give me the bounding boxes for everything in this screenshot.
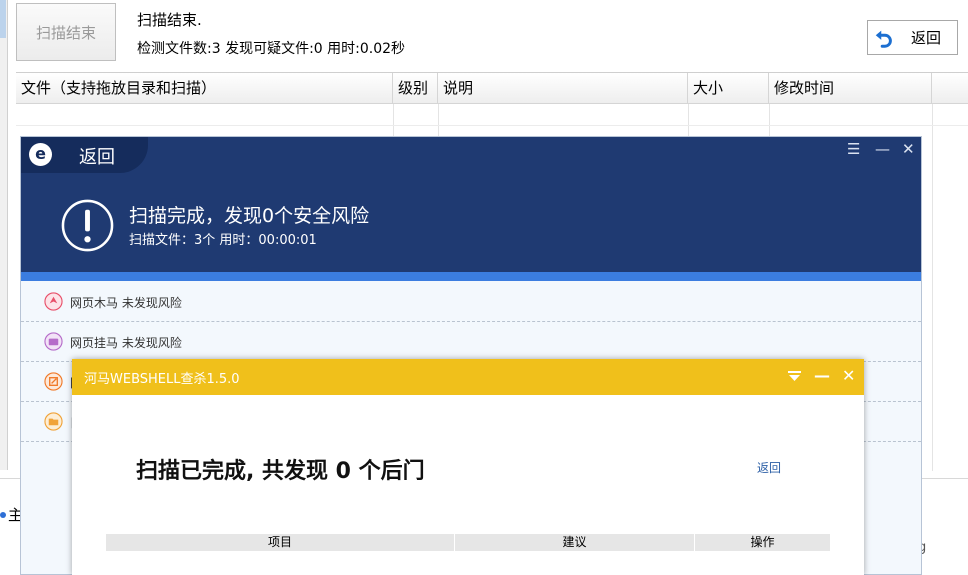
column-file[interactable]: 文件（支持拖放目录和扫描） [16, 73, 393, 104]
results-table-header: 文件（支持拖放目录和扫描） 级别 说明 大小 修改时间 [16, 73, 968, 104]
progress-bar [21, 272, 921, 281]
back-button[interactable]: 返回 [867, 20, 958, 55]
result-title: 扫描完成，发现0个安全风险 [129, 205, 370, 227]
column-divider [932, 104, 933, 471]
list-item[interactable]: 网页挂马 未发现风险 [21, 322, 921, 362]
close-icon[interactable]: ✕ [842, 366, 855, 385]
status-title: 扫描结束. [137, 11, 202, 29]
column-modified-time[interactable]: 修改时间 [769, 73, 932, 104]
webshell-trojan-icon [44, 292, 63, 311]
column-level[interactable]: 级别 [393, 73, 438, 104]
minimize-icon[interactable]: — [814, 366, 830, 385]
menu-icon[interactable]: ☰ [847, 140, 860, 158]
column-size[interactable]: 大小 [688, 73, 769, 104]
list-item[interactable]: 网页木马 未发现风险 [21, 282, 921, 322]
result-table-header: 项目 建议 操作 [106, 534, 830, 551]
popup-title-bar: 河马WEBSHELL查杀1.5.0 — ✕ [72, 359, 864, 395]
back-button-label: 返回 [911, 29, 942, 47]
back-tab[interactable]: e 返回 [21, 137, 148, 173]
column-description[interactable]: 说明 [438, 73, 688, 104]
folder-icon [44, 412, 63, 431]
tamper-icon [44, 372, 63, 391]
app-logo-icon: e [29, 143, 52, 166]
column-advice: 建议 [455, 534, 695, 551]
popup-header: e 返回 ☰ — ✕ 扫描完成，发现0个安全风险 扫描文件：3个 用时：00:0… [21, 137, 921, 272]
back-link[interactable]: 返回 [757, 459, 781, 476]
close-icon[interactable]: ✕ [902, 140, 915, 158]
popup-title: 河马WEBSHELL查杀1.5.0 [84, 372, 240, 387]
alert-icon [61, 199, 114, 252]
result-subtitle: 扫描文件：3个 用时：00:00:01 [129, 233, 317, 248]
dropdown-icon[interactable] [788, 371, 801, 382]
webshell-scanner-popup: 河马WEBSHELL查杀1.5.0 — ✕ 扫描已完成, 共发现 0 个后门 返… [72, 359, 864, 575]
scan-result-headline: 扫描已完成, 共发现 0 个后门 [136, 459, 425, 484]
back-label: 返回 [79, 147, 115, 168]
list-item-label: 网页挂马 未发现风险 [70, 336, 182, 350]
scan-end-button[interactable]: 扫描结束 [16, 3, 116, 61]
list-item-label: 网页木马 未发现风险 [70, 296, 182, 310]
column-action: 操作 [750, 535, 775, 549]
status-dot [0, 512, 6, 518]
row-divider [16, 125, 968, 126]
left-panel-strip [0, 0, 8, 470]
web-hijack-icon [44, 332, 63, 351]
minimize-icon[interactable]: — [875, 140, 890, 158]
left-panel-accent [0, 0, 6, 38]
undo-icon [875, 30, 892, 48]
column-item: 项目 [106, 534, 455, 551]
status-detail: 检测文件数:3 发现可疑文件:0 用时:0.02秒 [137, 41, 406, 57]
